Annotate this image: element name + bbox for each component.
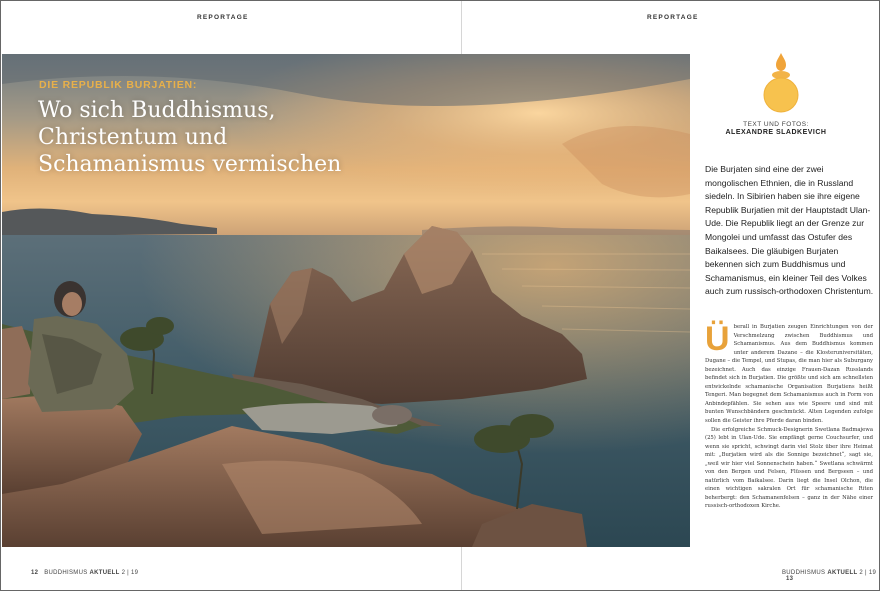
body-paragraph-1: berall in Burjatien zeugen Einrichtungen… <box>705 324 873 425</box>
footer-right: BUDDHISMUS AKTUELL 2 | 19 13 <box>782 570 879 582</box>
issue-left: 2 | 19 <box>121 570 139 576</box>
credit-label: TEXT UND FOTOS: <box>743 121 809 128</box>
article-body: Ü berall in Burjatien zeugen Einrichtung… <box>705 320 873 511</box>
body-paragraph-2: Die erfolgreiche Schmuck-Designerin Swet… <box>705 426 873 510</box>
article-headline: Wo sich Buddhismus, Christentum und Scha… <box>38 97 368 178</box>
magazine-name-left: BUDDHISMUS <box>44 570 88 576</box>
footer-left: 12 BUDDHISMUS AKTUELL 2 | 19 <box>31 570 138 576</box>
magazine-spread: REPORTAGE REPORTAGE DIE REPUBLIK BURJATI… <box>0 0 880 591</box>
article-kicker: DIE REPUBLIK BURJATIEN: <box>39 79 198 91</box>
headline-line-2: Christentum und <box>38 125 228 150</box>
page-number-right: 13 <box>785 576 794 582</box>
section-label-left: REPORTAGE <box>197 14 249 21</box>
credit-author: ALEXANDRE SLADKEVICH <box>725 129 827 136</box>
section-label-right: REPORTAGE <box>647 14 699 21</box>
magazine-name-bold-right: AKTUELL <box>827 570 858 576</box>
buddhism-logo-icon <box>758 51 804 115</box>
page-number-left: 12 <box>31 570 39 576</box>
headline-line-3: Schamanismus vermischen <box>38 152 342 177</box>
article-intro: Die Burjaten sind eine der zwei mongolis… <box>705 164 874 297</box>
issue-right: 2 | 19 <box>859 570 877 576</box>
drop-cap: Ü <box>705 320 730 358</box>
magazine-name-bold-left: AKTUELL <box>89 570 120 576</box>
headline-line-1: Wo sich Buddhismus, <box>38 98 276 123</box>
